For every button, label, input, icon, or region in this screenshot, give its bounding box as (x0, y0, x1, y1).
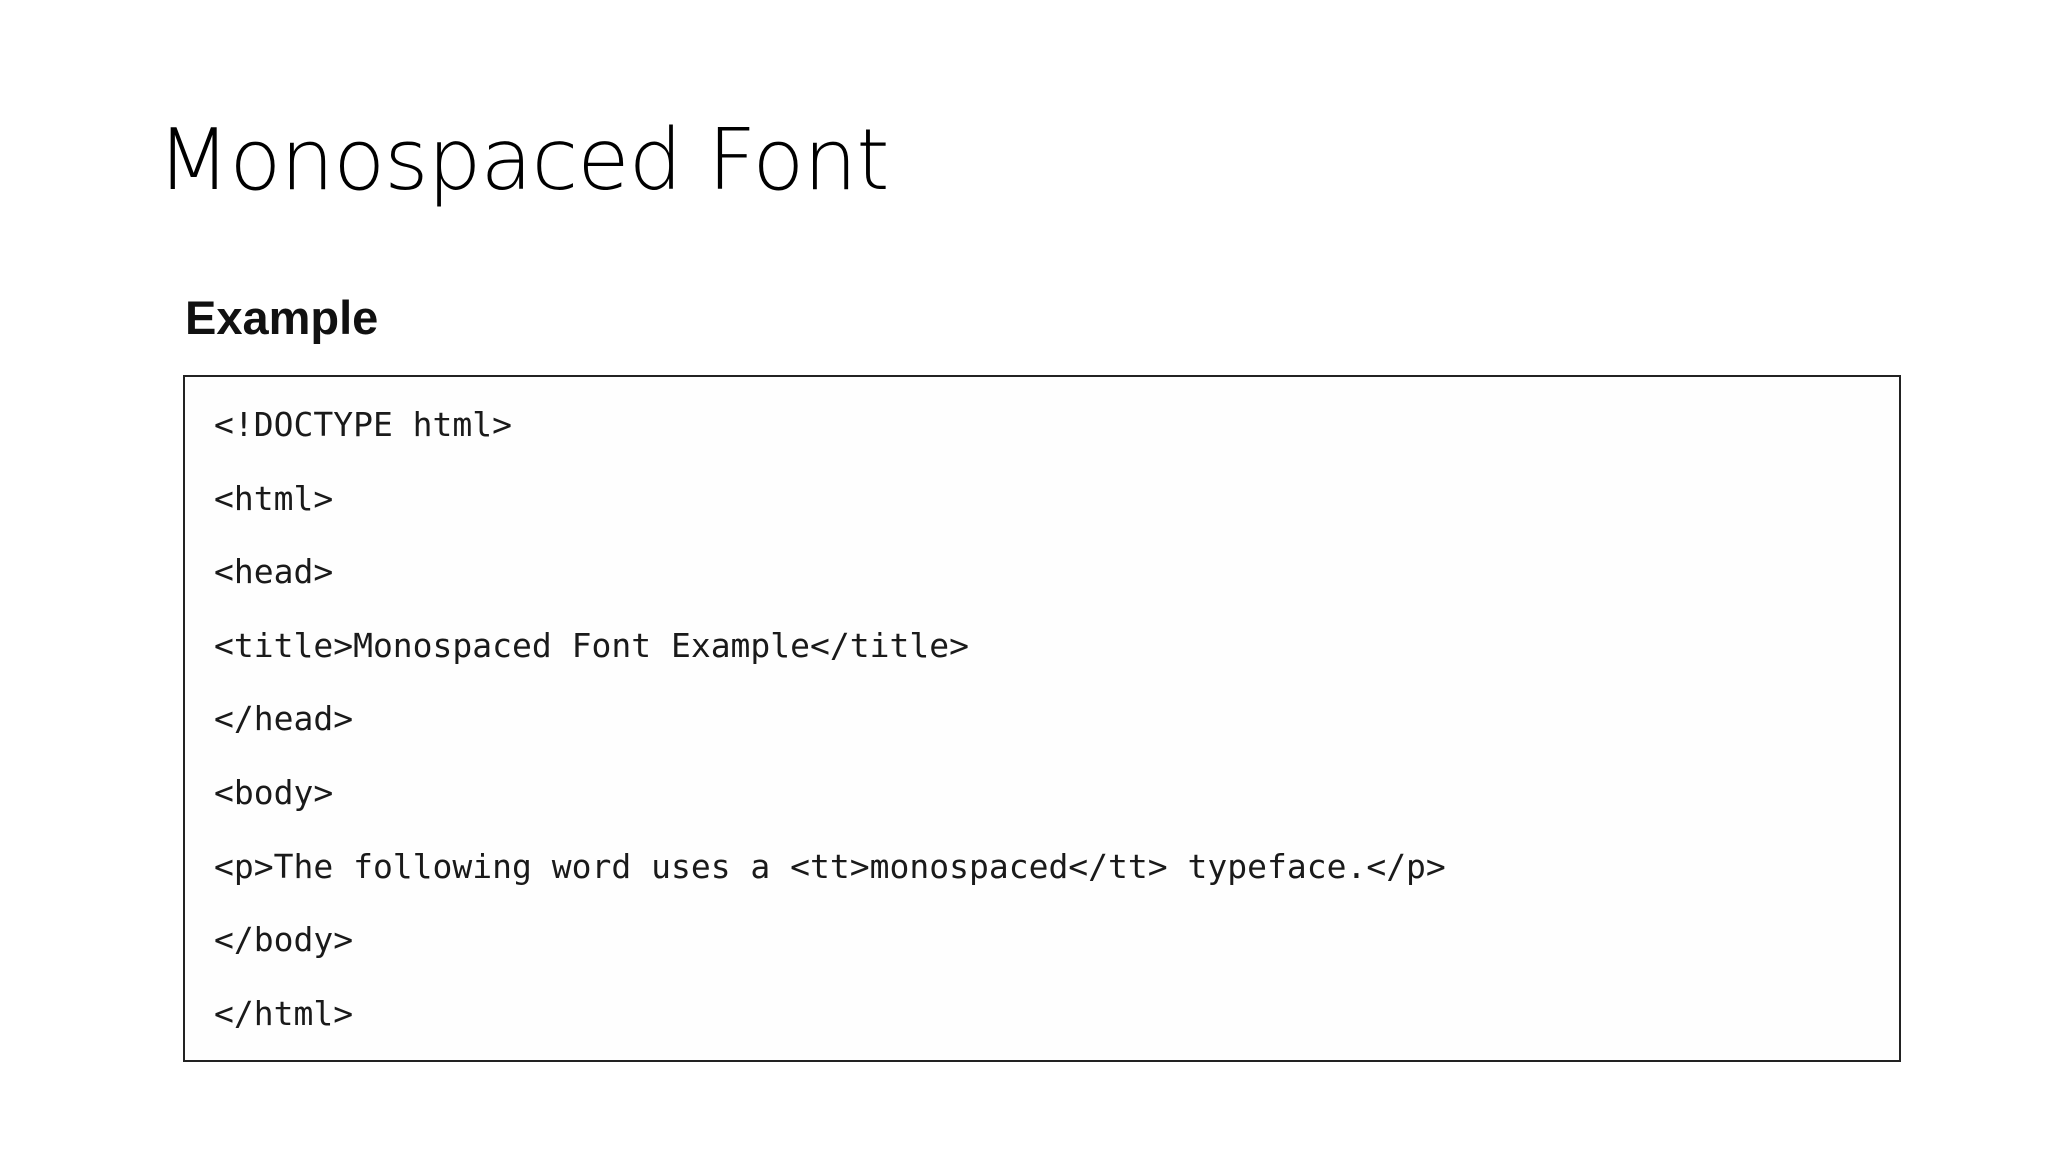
code-line-paragraph: <p>The following word uses a <tt>monospa… (214, 847, 1446, 886)
code-line-body-open: <body> (214, 773, 334, 812)
example-heading: Example (185, 291, 379, 344)
code-line-head-close: </head> (214, 699, 354, 738)
code-line-title: <title>Monospaced Font Example</title> (214, 626, 969, 665)
code-line-html-close: </html> (214, 994, 354, 1033)
code-line-html-open: <html> (214, 479, 334, 518)
code-line-head-open: <head> (214, 552, 334, 591)
code-line-doctype: <!DOCTYPE html> (214, 405, 513, 444)
code-example-box: <!DOCTYPE html> <html> <head> <title>Mon… (183, 375, 1901, 1062)
slide-title: Monospaced Font (157, 111, 890, 210)
code-line-body-close: </body> (214, 920, 354, 959)
